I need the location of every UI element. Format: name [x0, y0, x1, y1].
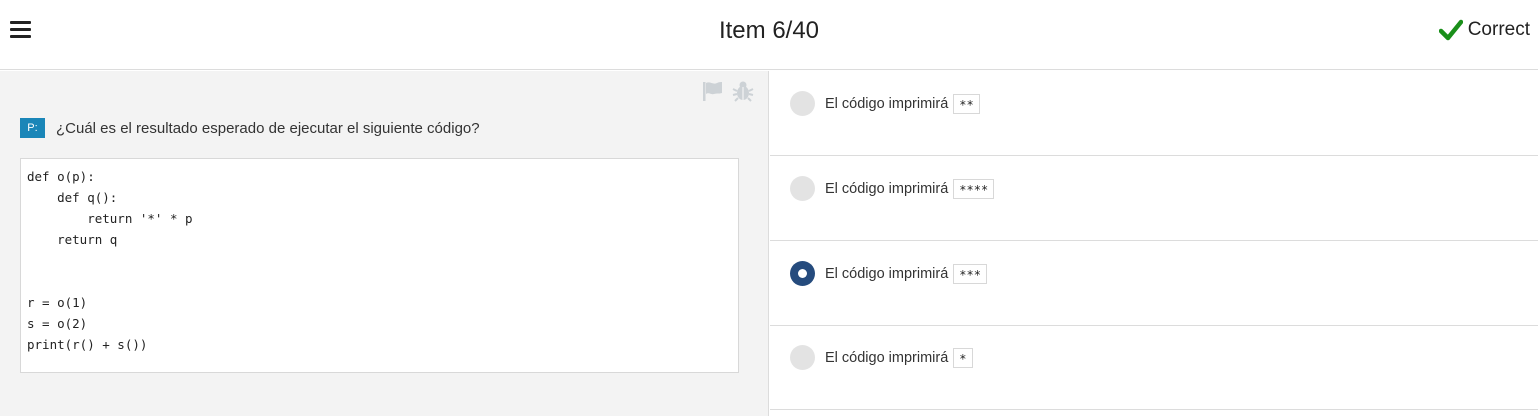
status-indicator: Correct — [1438, 19, 1530, 41]
option-code: **** — [953, 179, 995, 199]
option-label: El código imprimirá — [825, 350, 949, 366]
option-code: ** — [953, 94, 980, 114]
bug-icon[interactable] — [732, 80, 754, 102]
question-tools — [701, 80, 754, 102]
page-title: Item 6/40 — [718, 17, 820, 44]
option-code: *** — [953, 264, 987, 284]
radio-button[interactable] — [790, 91, 815, 116]
flag-icon[interactable] — [701, 80, 723, 102]
answer-option[interactable]: El código imprimirá **** — [770, 156, 1538, 241]
radio-button[interactable] — [790, 176, 815, 201]
answer-option[interactable]: El código imprimirá ** — [770, 71, 1538, 156]
answer-options: El código imprimirá ** El código imprimi… — [770, 71, 1538, 416]
option-code: * — [953, 348, 973, 368]
question-text: ¿Cuál es el resultado esperado de ejecut… — [56, 119, 480, 137]
option-label: El código imprimirá — [825, 96, 949, 112]
question-header: P: ¿Cuál es el resultado esperado de eje… — [20, 118, 480, 138]
radio-button[interactable] — [790, 345, 815, 370]
option-label: El código imprimirá — [825, 181, 949, 197]
answer-option[interactable]: El código imprimirá * — [770, 325, 1538, 410]
answer-option[interactable]: El código imprimirá *** — [770, 241, 1538, 326]
option-label: El código imprimirá — [825, 266, 949, 282]
checkmark-icon — [1438, 19, 1463, 41]
radio-button-selected[interactable] — [790, 261, 815, 286]
code-block: def o(p): def q(): return '*' * p return… — [20, 158, 739, 373]
question-panel: P: ¿Cuál es el resultado esperado de eje… — [0, 71, 769, 416]
question-badge: P: — [20, 118, 45, 138]
status-text: Correct — [1467, 19, 1530, 40]
code-text: def o(p): def q(): return '*' * p return… — [27, 169, 193, 352]
top-bar: Item 6/40 Correct — [0, 0, 1538, 70]
